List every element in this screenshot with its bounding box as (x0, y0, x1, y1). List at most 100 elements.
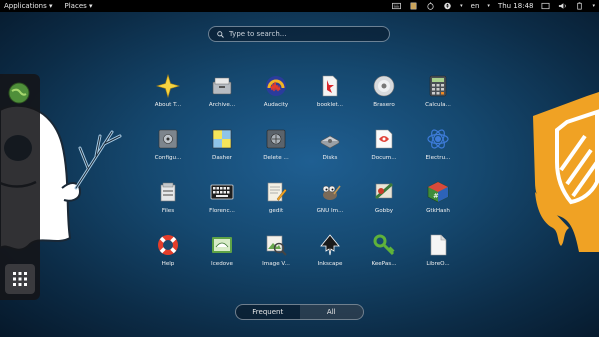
tor-browser-globe-icon[interactable] (8, 82, 30, 104)
app-help[interactable]: Help (146, 233, 190, 268)
dasher-icon (212, 129, 232, 149)
app-label: Gobby (374, 208, 394, 214)
top-bar: Applications ▾ Places ▾ ▾ en ▾ Thu 18:48… (0, 0, 599, 12)
disks-icon (320, 135, 340, 149)
chevron-down-icon[interactable]: ▾ (592, 0, 595, 12)
meltdown-shield-illustration (533, 92, 599, 252)
files-icon (160, 182, 176, 202)
safe-icon (158, 129, 178, 149)
app-label: Brasero (373, 102, 395, 108)
app-label: Archive... (208, 102, 236, 108)
calculator-icon (429, 75, 447, 97)
app-inkscape[interactable]: Inkscape (308, 233, 352, 268)
app-label: LibreO... (426, 261, 450, 267)
network-icon[interactable] (541, 2, 550, 10)
app-label: Files (161, 208, 175, 214)
app-label: booklet... (316, 102, 344, 108)
app-delete-passwords[interactable]: Delete ... (254, 127, 298, 162)
chevron-down-icon[interactable]: ▾ (487, 0, 490, 12)
app-gobby[interactable]: Gobby (362, 180, 406, 215)
gimp-icon (322, 185, 341, 200)
places-menu[interactable]: Places ▾ (65, 0, 93, 12)
app-label: Help (161, 261, 175, 267)
bitcoin-icon (427, 129, 449, 149)
disc-burner-icon (373, 75, 395, 97)
app-label: Disks (322, 155, 338, 161)
app-keepassx[interactable]: KeePas... (362, 233, 406, 268)
app-label: Delete ... (263, 155, 289, 161)
inkscape-icon (320, 234, 340, 256)
app-gedit[interactable]: gedit (254, 180, 298, 215)
app-grid: About T... Archive... Audacity booklet..… (146, 74, 460, 274)
app-label: Florenc... (209, 208, 235, 214)
app-electrum[interactable]: Electru... (416, 127, 460, 162)
app-files[interactable]: Files (146, 180, 190, 215)
battery-icon[interactable] (575, 2, 584, 10)
archive-manager-icon (212, 77, 232, 95)
app-label: Inkscape (317, 261, 343, 267)
places-menu-label: Places (64, 2, 87, 10)
audacity-icon (266, 76, 286, 96)
clipboard-icon[interactable] (409, 2, 418, 10)
mail-icon (212, 237, 232, 253)
app-image-viewer[interactable]: Image V... (254, 233, 298, 268)
app-label: gedit (268, 208, 284, 214)
gobby-icon (375, 182, 393, 200)
app-audacity[interactable]: Audacity (254, 74, 298, 109)
app-calculator[interactable]: Calcula... (416, 74, 460, 109)
volume-icon[interactable] (558, 2, 567, 10)
app-label: Image V... (262, 261, 290, 267)
show-applications-icon[interactable] (5, 264, 35, 294)
app-label: Audacity (263, 102, 289, 108)
applications-menu[interactable]: Applications ▾ (4, 0, 53, 12)
keyboard-icon[interactable] (392, 2, 402, 10)
tab-all[interactable]: All (299, 305, 363, 319)
app-icedove[interactable]: Icedove (200, 233, 244, 268)
app-label: GtkHash (426, 208, 450, 214)
app-libreoffice[interactable]: LibreO... (416, 233, 460, 268)
svg-text:#: # (433, 192, 439, 200)
text-editor-icon (267, 182, 287, 202)
star-icon (156, 74, 180, 98)
app-gtkhash[interactable]: # GtkHash (416, 180, 460, 215)
dash-sidebar (0, 74, 40, 300)
app-configure[interactable]: Configu... (146, 127, 190, 162)
app-document-viewer[interactable]: Docum... (362, 127, 406, 162)
keyboard-icon (210, 184, 234, 200)
search-placeholder: Type to search... (229, 30, 287, 38)
app-gimp[interactable]: GNU Im... (308, 180, 352, 215)
applications-menu-label: Applications (4, 2, 47, 10)
lifebuoy-icon (158, 235, 178, 255)
image-viewer-icon (266, 235, 287, 256)
accessibility-icon[interactable] (443, 2, 452, 10)
booklet-icon (322, 75, 338, 97)
app-label: Calcula... (425, 102, 451, 108)
tab-frequent[interactable]: Frequent (236, 305, 300, 319)
app-label: Docum... (371, 155, 397, 161)
document-viewer-icon (375, 129, 393, 149)
app-about-tails[interactable]: About T... (146, 74, 190, 109)
gtkhash-icon: # (427, 181, 449, 203)
chevron-down-icon[interactable]: ▾ (460, 0, 463, 12)
tab-frequent-label: Frequent (252, 308, 284, 316)
app-label: Icedove (211, 261, 233, 267)
app-label: Dasher (212, 155, 232, 161)
app-florence[interactable]: Florenc... (200, 180, 244, 215)
app-disks[interactable]: Disks (308, 127, 352, 162)
libreoffice-icon (430, 234, 447, 256)
tor-onion-icon[interactable] (426, 2, 435, 10)
search-icon (217, 30, 224, 38)
app-label: About T... (154, 102, 182, 108)
app-label: Configu... (154, 155, 182, 161)
app-archive-manager[interactable]: Archive... (200, 74, 244, 109)
tab-all-label: All (326, 308, 336, 316)
app-brasero[interactable]: Brasero (362, 74, 406, 109)
language-indicator[interactable]: en (471, 0, 480, 12)
app-booklet[interactable]: booklet... (308, 74, 352, 109)
clock[interactable]: Thu 18:48 (498, 0, 534, 12)
app-label: Electru... (425, 155, 451, 161)
search-input[interactable]: Type to search... (208, 26, 390, 42)
vault-icon (266, 129, 286, 149)
app-dasher[interactable]: Dasher (200, 127, 244, 162)
app-label: KeePas... (371, 261, 397, 267)
